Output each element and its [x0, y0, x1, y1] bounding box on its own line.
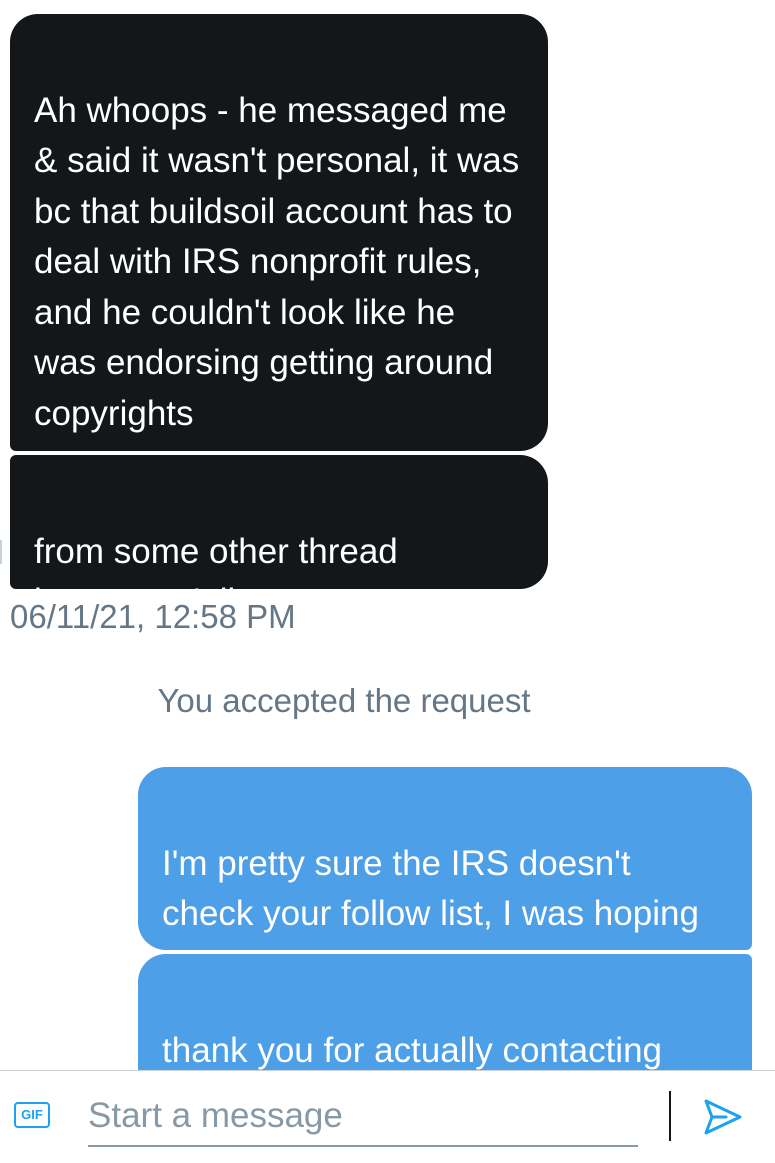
message-timestamp: 06/11/21, 12:58 PM — [10, 598, 296, 635]
message-composer: GIF — [0, 1070, 775, 1163]
outgoing-message-bubble[interactable]: I'm pretty sure the IRS doesn't check yo… — [138, 767, 752, 984]
dm-conversation-screen: Ah whoops - he messaged me & said it was… — [0, 0, 775, 1163]
message-text: Ah whoops - he messaged me & said it was… — [34, 90, 520, 433]
composer-divider — [669, 1091, 671, 1141]
request-accepted-note: You accepted the request — [157, 682, 531, 719]
send-icon — [704, 1099, 742, 1135]
incoming-message-bubble[interactable]: from some other thread between y'all — [10, 455, 548, 621]
message-input[interactable] — [88, 1087, 638, 1147]
incoming-message-bubble[interactable]: Ah whoops - he messaged me & said it was… — [10, 14, 548, 451]
send-button[interactable] — [700, 1095, 744, 1139]
gif-button[interactable]: GIF — [14, 1102, 50, 1128]
edge-marker — [0, 540, 2, 564]
